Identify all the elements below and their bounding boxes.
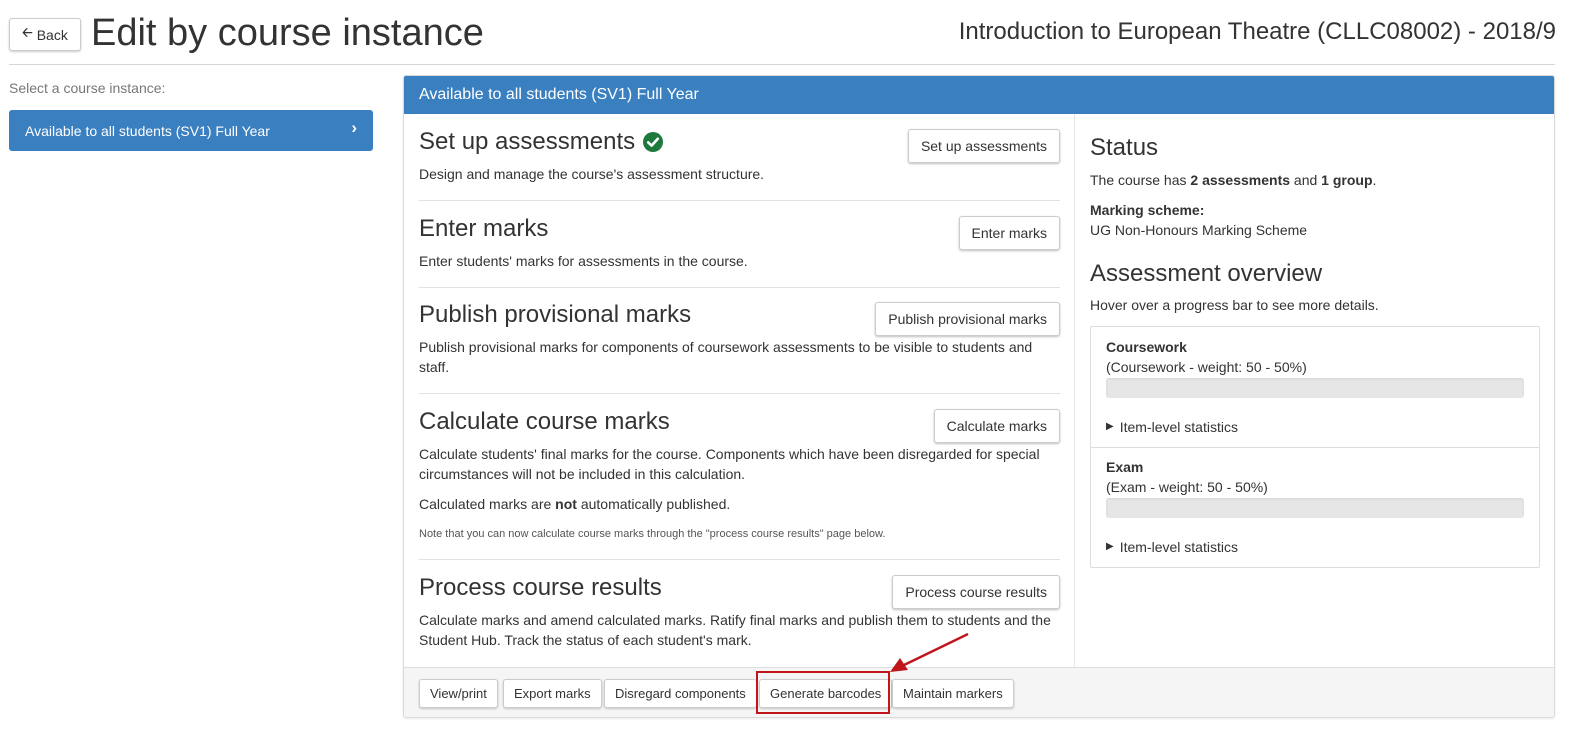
groups-count: 1 group xyxy=(1321,172,1373,188)
list-item: Coursework (Coursework - weight: 50 - 50… xyxy=(1106,337,1524,437)
section-description: Publish provisional marks for components… xyxy=(419,339,1033,375)
page-title: Edit by course instance xyxy=(91,12,484,54)
section-title-text: Set up assessments xyxy=(419,128,636,155)
assessment-overview-title: Assessment overview xyxy=(1090,260,1323,287)
toggle-label: Item-level statistics xyxy=(1119,419,1238,435)
course-instance-panel: Available to all students (SV1) Full Yea… xyxy=(403,75,1555,718)
select-instance-label: Select a course instance: xyxy=(9,80,166,96)
course-title: Introduction to European Theatre (CLLC08… xyxy=(958,18,1556,45)
enter-marks-button[interactable]: Enter marks xyxy=(958,216,1060,250)
triangle-right-icon: ▶ xyxy=(1106,541,1114,552)
arrow-left-icon: 🡠 xyxy=(22,24,33,40)
assessment-weight: (Coursework - weight: 50 - 50%) xyxy=(1106,359,1307,375)
back-button-label: Back xyxy=(36,26,68,43)
status-summary-prefix: The course has xyxy=(1090,172,1191,188)
process-course-results-button[interactable]: Process course results xyxy=(892,575,1060,609)
setup-assessments-button[interactable]: Set up assessments xyxy=(907,129,1060,163)
page: 🡠 Back Edit by course instance Introduct… xyxy=(0,0,1575,737)
annotation-arrow-icon xyxy=(890,632,969,672)
assessments-count: 2 assessments xyxy=(1190,172,1291,188)
back-button[interactable]: 🡠 Back xyxy=(9,18,81,51)
section-divider xyxy=(419,393,1060,394)
assessment-name: Coursework xyxy=(1106,339,1187,355)
sidebar-item-instance[interactable]: Available to all students (SV1) Full Yea… xyxy=(9,110,373,151)
assessment-overview-list: Coursework (Coursework - weight: 50 - 50… xyxy=(1090,326,1540,568)
section-publish-marks: Publish provisional marks Publish provis… xyxy=(419,299,1060,377)
item-level-statistics-toggle[interactable]: ▶ Item-level statistics xyxy=(1106,537,1524,557)
triangle-right-icon: ▶ xyxy=(1106,421,1114,432)
publish-note-suffix: automatically published. xyxy=(576,496,731,512)
marking-scheme-value: UG Non-Honours Marking Scheme xyxy=(1090,222,1308,238)
assessment-name: Exam xyxy=(1106,459,1144,475)
chevron-right-icon: › xyxy=(351,118,357,137)
maintain-markers-button[interactable]: Maintain markers xyxy=(892,679,1014,708)
annotation-highlight-box xyxy=(756,671,890,714)
publish-note-prefix: Calculated marks are xyxy=(419,496,556,512)
assessment-progress-bar[interactable] xyxy=(1106,498,1524,518)
column-divider xyxy=(1074,114,1075,667)
publish-provisional-marks-button[interactable]: Publish provisional marks xyxy=(875,302,1060,336)
publish-note: Calculated marks are not automatically p… xyxy=(419,494,1060,514)
section-divider xyxy=(419,287,1060,288)
status-summary-suffix: . xyxy=(1372,172,1377,188)
list-item: Exam (Exam - weight: 50 - 50%) ▶ Item-le… xyxy=(1106,457,1524,557)
export-marks-button[interactable]: Export marks xyxy=(503,679,602,708)
section-description: Enter students' marks for assessments in… xyxy=(419,253,748,269)
sidebar-item-label: Available to all students (SV1) Full Yea… xyxy=(25,122,270,139)
section-enter-marks: Enter marks Enter students' marks for as… xyxy=(419,213,1060,271)
status-title: Status xyxy=(1090,134,1159,161)
toggle-label: Item-level statistics xyxy=(1119,539,1238,555)
status-summary-mid: and xyxy=(1290,172,1322,188)
header-divider xyxy=(9,64,1555,65)
assessment-weight: (Exam - weight: 50 - 50%) xyxy=(1106,479,1268,495)
assessment-progress-bar[interactable] xyxy=(1106,378,1524,398)
marking-scheme-label: Marking scheme: xyxy=(1090,202,1205,218)
section-description: Design and manage the course's assessmen… xyxy=(419,166,765,182)
status-summary: The course has 2 assessments and 1 group… xyxy=(1090,170,1376,190)
panel-heading: Available to all students (SV1) Full Yea… xyxy=(404,76,1554,114)
section-calculate-marks: Calculate course marks Calculate student… xyxy=(419,406,1060,544)
disregard-components-button[interactable]: Disregard components xyxy=(604,679,757,708)
section-divider xyxy=(419,200,1060,201)
publish-note-bold: not xyxy=(555,496,577,512)
section-setup-assessments: Set up assessments Design and manage the… xyxy=(419,126,1060,184)
list-divider xyxy=(1091,447,1539,448)
section-divider xyxy=(419,559,1060,560)
assessment-overview-hint: Hover over a progress bar to see more de… xyxy=(1090,297,1379,313)
calculate-marks-button[interactable]: Calculate marks xyxy=(933,409,1060,443)
section-description: Calculate students' final marks for the … xyxy=(419,446,1040,482)
process-results-note: Note that you can now calculate course m… xyxy=(419,528,886,540)
check-circle-icon xyxy=(643,132,664,152)
item-level-statistics-toggle[interactable]: ▶ Item-level statistics xyxy=(1106,417,1524,437)
view-print-button[interactable]: View/print xyxy=(419,679,498,708)
